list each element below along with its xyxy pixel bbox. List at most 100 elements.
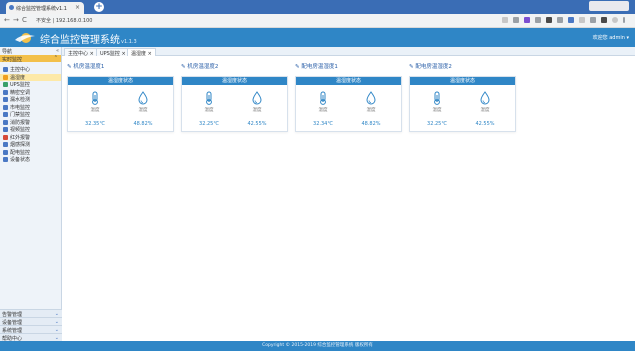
extension-icon[interactable] <box>513 17 519 23</box>
tab-ups[interactable]: UPS监控 × <box>96 48 130 57</box>
sensor-panel: ✎ 配电房温湿度1 温湿度状态 温度 湿度 32.34℃ 48.82% <box>295 62 402 132</box>
temperature-label: 温度 <box>204 108 214 113</box>
sidebar-group[interactable]: 告警管理 ⌄ <box>0 309 62 318</box>
footer: Copyright © 2015-2019 综合监控管理系统 版权所有 <box>0 341 635 351</box>
menu-icon[interactable] <box>623 17 625 23</box>
sidebar-item[interactable]: 漏水检测 <box>0 96 61 104</box>
humidity-label: 湿度 <box>138 108 148 113</box>
forward-icon[interactable]: → <box>13 16 19 24</box>
menu-item-icon <box>3 97 8 103</box>
extension-icon[interactable] <box>601 17 607 23</box>
sensor-panel: ✎ 机房温湿度1 温湿度状态 温度 湿度 32.35℃ 48.82% <box>67 62 174 132</box>
menu-item-icon <box>3 74 8 80</box>
sidebar-group-realtime[interactable]: 实时监控 ⌃ <box>0 55 61 63</box>
sidebar-item[interactable]: 配电监控 <box>0 149 61 157</box>
browser-tab-bar: 综合监控管理系统v1.1 × + <box>0 0 635 14</box>
thermometer-icon <box>89 90 101 105</box>
extension-icon[interactable] <box>579 17 585 23</box>
temperature-label: 温度 <box>318 108 328 113</box>
panel-title: ✎ 机房温湿度1 <box>67 64 105 70</box>
panel-title: ✎ 配电房温湿度1 <box>295 64 338 70</box>
browser-tab-title: 综合监控管理系统v1.1 <box>16 6 67 12</box>
extension-icon[interactable] <box>590 17 596 23</box>
humidity-label: 湿度 <box>366 108 376 113</box>
profile-icon[interactable] <box>612 17 618 23</box>
sidebar-item[interactable]: 红外报警 <box>0 134 61 142</box>
extension-icon[interactable] <box>557 17 563 23</box>
sidebar-item[interactable]: 市电监控 <box>0 104 61 112</box>
extension-icon[interactable] <box>535 17 541 23</box>
extension-icon[interactable] <box>568 17 574 23</box>
app-version: v1.1.3 <box>121 39 137 45</box>
menu-item-icon <box>3 142 8 148</box>
menu-item-icon <box>3 134 8 140</box>
sidebar-item-label: UPS监控 <box>10 82 30 89</box>
sensor-panel: ✎ 配电房温湿度2 温湿度状态 温度 湿度 32.25℃ 42.55% <box>409 62 516 132</box>
new-tab-button[interactable]: + <box>94 2 104 12</box>
sidebar-item[interactable]: 温湿度 <box>0 73 61 81</box>
menu-item-icon <box>3 89 8 95</box>
app-title-text: 综合监控管理系统 <box>40 35 120 46</box>
sidebar-group[interactable]: 设备管理 ⌄ <box>0 317 62 326</box>
panel-card: 温湿度状态 温度 湿度 32.35℃ 48.82% <box>67 76 174 132</box>
back-icon[interactable]: ← <box>4 16 10 24</box>
thermometer-icon <box>317 90 329 105</box>
sidebar-item[interactable]: 视频监控 <box>0 126 61 134</box>
sidebar-item[interactable]: 设备状态 <box>0 156 61 164</box>
menu-item-icon <box>3 82 8 88</box>
temperature-value: 32.34℃ <box>313 121 333 127</box>
sidebar-item-label: 门禁监控 <box>10 112 31 119</box>
app-title: 综合监控管理系统v1.1.3 <box>40 31 137 46</box>
sidebar-item[interactable]: 消防报警 <box>0 119 61 127</box>
sidebar-item-label: 精密空调 <box>10 89 31 96</box>
sidebar-item[interactable]: 门禁监控 <box>0 111 61 119</box>
temperature-label: 温度 <box>432 108 442 113</box>
sidebar-item-label: 主控中心 <box>10 67 31 74</box>
humidity-drop-icon <box>137 90 149 105</box>
sidebar-group[interactable]: 帮助中心 ⌄ <box>0 333 62 342</box>
panel-header: 温湿度状态 <box>296 77 401 85</box>
user-menu[interactable]: 欢迎您 admin ▾ <box>593 34 629 41</box>
humidity-drop-icon <box>251 90 263 105</box>
humidity-label: 湿度 <box>480 108 490 113</box>
sidebar-item-label: 烟感探测 <box>10 142 31 149</box>
sidebar-item[interactable]: UPS监控 <box>0 81 61 89</box>
browser-tab[interactable]: 综合监控管理系统v1.1 × <box>6 2 84 14</box>
panel-card: 温湿度状态 温度 湿度 32.25℃ 42.55% <box>409 76 516 132</box>
collapse-sidebar-icon[interactable]: « <box>56 48 59 54</box>
sidebar-item-label: 温湿度 <box>10 74 26 81</box>
close-tab-icon[interactable]: × <box>75 4 80 11</box>
panel-card: 温湿度状态 温度 湿度 32.25℃ 42.55% <box>181 76 288 132</box>
favicon-icon <box>9 5 14 10</box>
chevron-up-icon: ⌃ <box>53 55 58 61</box>
url-field[interactable]: 不安全 | 192.168.0.100 <box>36 17 92 24</box>
sidebar-item[interactable]: 精密空调 <box>0 89 61 97</box>
panel-header: 温湿度状态 <box>182 77 287 85</box>
humidity-drop-icon <box>479 90 491 105</box>
extension-icon[interactable] <box>524 17 530 23</box>
window-controls[interactable] <box>589 1 629 11</box>
sidebar-item-label: 市电监控 <box>10 104 31 111</box>
extension-icon[interactable] <box>546 17 552 23</box>
address-bar: ← → C 不安全 | 192.168.0.100 <box>0 14 635 28</box>
tab-temperature-humidity[interactable]: 温湿度 × <box>127 48 156 57</box>
sidebar-group-label: 实时监控 <box>2 57 23 63</box>
humidity-drop-icon <box>365 90 377 105</box>
panel-card: 温湿度状态 温度 湿度 32.34℃ 48.82% <box>295 76 402 132</box>
sidebar-item[interactable]: 主控中心 <box>0 66 61 74</box>
tab-main-control[interactable]: 主控中心 × <box>64 48 98 57</box>
sidebar-group[interactable]: 系统管理 ⌄ <box>0 325 62 334</box>
menu-item-icon <box>3 149 8 155</box>
star-icon[interactable] <box>502 17 508 23</box>
app-header: 综合监控管理系统v1.1.3 欢迎您 admin ▾ <box>0 28 635 47</box>
sidebar-item[interactable]: 烟感探测 <box>0 141 61 149</box>
menu-item-icon <box>3 119 8 125</box>
sidebar-item-label: 漏水检测 <box>10 97 31 104</box>
reload-icon[interactable]: C <box>22 16 27 24</box>
temperature-label: 温度 <box>90 108 100 113</box>
panel-header: 温湿度状态 <box>68 77 173 85</box>
sidebar-header: 导航 « <box>0 47 61 55</box>
sidebar-item-label: 视频监控 <box>10 127 31 134</box>
sidebar-menu: 主控中心 温湿度 UPS监控 精密空调 漏水检测 市电监控 门禁监控 消防报警 视频监控 红外报警… <box>0 62 61 164</box>
extension-icons <box>502 17 625 23</box>
